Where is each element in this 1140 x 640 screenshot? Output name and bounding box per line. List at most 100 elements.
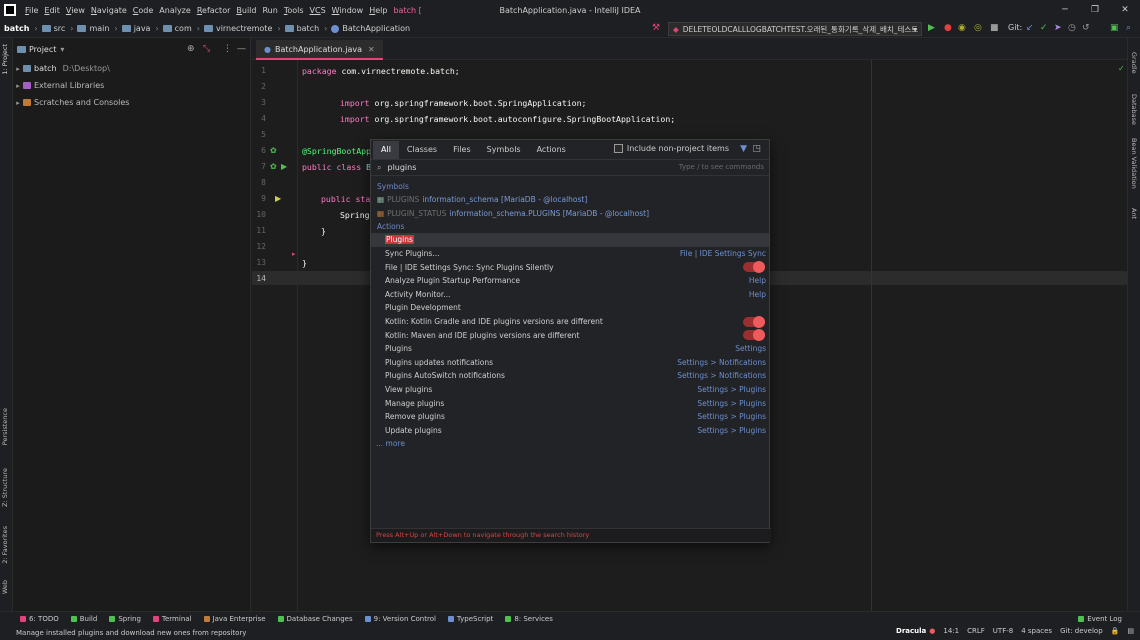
menu-item-refactor[interactable]: Refactor <box>194 6 234 15</box>
action-result[interactable]: File | IDE Settings Sync: Sync Plugins S… <box>371 260 769 274</box>
editor-tab-batchapplication[interactable]: ● BatchApplication.java ✕ <box>256 40 383 60</box>
breadcrumb-item[interactable]: batch <box>4 24 29 33</box>
profile-icon[interactable]: ◎ <box>974 23 982 33</box>
tool-tab-gradle[interactable]: Gradle <box>1130 52 1138 74</box>
action-result[interactable]: View plugins Settings > Plugins <box>371 383 769 397</box>
bottom-tab[interactable]: Spring <box>109 615 141 623</box>
menu-item-edit[interactable]: Edit <box>41 6 63 15</box>
tool-tab-web[interactable]: Web <box>1 580 9 594</box>
hide-panel-icon[interactable]: — <box>237 44 246 54</box>
include-non-project-option[interactable]: Include non-project items <box>613 144 729 153</box>
action-result[interactable]: Plugins AutoSwitch notifications Settings… <box>371 369 769 383</box>
bottom-tab[interactable]: 8: Services <box>505 615 553 623</box>
action-result[interactable]: Manage plugins Settings > Plugins <box>371 396 769 410</box>
run-gutter-icon[interactable]: ▶ <box>275 194 281 203</box>
menu-item-view[interactable]: View <box>63 6 88 15</box>
search-everywhere-icon[interactable]: ⌕ <box>1126 23 1131 33</box>
bottom-tab[interactable]: Build <box>70 615 97 623</box>
menu-item-help[interactable]: Help <box>366 6 390 15</box>
search-input[interactable]: plugins <box>387 163 416 172</box>
tab-files[interactable]: Files <box>445 141 479 159</box>
action-result[interactable]: Kotlin: Kotlin Gradle and IDE plugins ve… <box>371 315 769 329</box>
lock-icon[interactable]: 🔒 <box>1111 627 1120 635</box>
git-branch[interactable]: Git: develop <box>1060 627 1103 635</box>
action-result[interactable]: Plugins Settings <box>371 342 769 356</box>
breadcrumb-item[interactable]: virnectremote <box>216 24 272 33</box>
tool-tab-favorites[interactable]: 2: Favorites <box>1 526 9 564</box>
spring-bean-icon[interactable]: ✿ <box>270 146 277 155</box>
bottom-tab[interactable]: Java Enterprise <box>203 615 266 623</box>
action-result[interactable]: Update plugins Settings > Plugins <box>371 424 769 438</box>
menu-item-build[interactable]: Build <box>233 6 259 15</box>
tab-actions[interactable]: Actions <box>529 141 574 159</box>
menu-item-run[interactable]: Run <box>259 6 280 15</box>
menu-item-code[interactable]: Code <box>130 6 157 15</box>
open-in-window-icon[interactable]: ◳ <box>752 144 761 154</box>
toggle-switch[interactable] <box>743 315 765 328</box>
vcs-commit-icon[interactable]: ✓ <box>1040 23 1048 33</box>
bottom-tab[interactable]: Database Changes <box>277 615 353 623</box>
expand-arrow-icon[interactable]: ▸ <box>13 65 23 73</box>
event-log-button[interactable]: Event Log <box>1078 615 1122 623</box>
tree-item-scratches[interactable]: ▸ Scratches and Consoles <box>13 94 250 111</box>
rollback-icon[interactable]: ↺ <box>1082 23 1090 33</box>
hammer-icon[interactable]: ⚒ <box>652 23 660 33</box>
line-separator[interactable]: CRLF <box>967 627 985 635</box>
action-result[interactable]: Analyze Plugin Startup Performance Help <box>371 274 769 288</box>
action-result[interactable]: Sync Plugins... File | IDE Settings Sync <box>371 247 769 261</box>
bottom-tab[interactable]: 6: TODO <box>20 615 59 623</box>
include-non-project-checkbox[interactable] <box>613 144 623 153</box>
tab-all[interactable]: All <box>373 140 399 159</box>
toggle-switch[interactable] <box>743 329 765 342</box>
action-result[interactable]: Plugin Development <box>371 301 769 315</box>
symbol-result[interactable]: ▦ PLUGINS information_schema [MariaDB - @l… <box>371 193 769 207</box>
action-result[interactable]: Remove plugins Settings > Plugins <box>371 410 769 424</box>
more-results-link[interactable]: ... more <box>371 437 769 451</box>
filter-icon[interactable]: ▼ <box>740 144 747 154</box>
tool-tab-structure[interactable]: Z: Structure <box>1 468 9 507</box>
restore-icon[interactable]: ❐ <box>1080 0 1110 20</box>
action-result[interactable]: Plugins <box>371 233 769 247</box>
vcs-update-icon[interactable]: ↙ <box>1026 23 1034 33</box>
tab-symbols[interactable]: Symbols <box>479 141 529 159</box>
layout-icon[interactable]: ▣ <box>1110 23 1119 33</box>
indent-setting[interactable]: 4 spaces <box>1021 627 1052 635</box>
coverage-icon[interactable]: ◉ <box>958 23 966 33</box>
file-encoding[interactable]: UTF-8 <box>993 627 1013 635</box>
run-configuration-select[interactable]: ◆ DELETEOLDCALLLOGBATCHTEST.오래된_통화기록_삭제_… <box>668 22 922 36</box>
tool-tab-ant[interactable]: Ant <box>1130 208 1138 219</box>
close-tab-icon[interactable]: ✕ <box>368 45 375 54</box>
breadcrumb-item[interactable]: BatchApplication <box>342 24 410 33</box>
action-result[interactable]: Kotlin: Maven and IDE plugins versions a… <box>371 328 769 342</box>
symbol-result[interactable]: ▦ PLUGIN_STATUS information_schema.PLUGINS… <box>371 207 769 221</box>
debug-icon[interactable]: ● <box>944 23 952 33</box>
collapse-icon[interactable]: ⤡ <box>203 44 210 54</box>
tool-tab-database[interactable]: Database <box>1130 94 1138 125</box>
project-view-select[interactable]: Project <box>29 45 56 54</box>
tree-item-external-libraries[interactable]: ▸ External Libraries <box>13 77 250 94</box>
menu-item-file[interactable]: File <box>22 6 41 15</box>
breadcrumb-item[interactable]: com <box>175 24 192 33</box>
locate-icon[interactable]: ⊕ <box>187 44 195 54</box>
menu-item-tools[interactable]: Tools <box>281 6 307 15</box>
toggle-switch[interactable] <box>743 261 765 274</box>
breadcrumb-item[interactable]: src <box>54 24 66 33</box>
close-icon[interactable]: ✕ <box>1110 0 1140 20</box>
menu-item-window[interactable]: Window <box>329 6 367 15</box>
menu-item-navigate[interactable]: Navigate <box>88 6 130 15</box>
tree-item-batch[interactable]: ▸ batch D:\Desktop\ <box>13 60 250 77</box>
bottom-tab[interactable]: Terminal <box>152 615 192 623</box>
stop-icon[interactable]: ■ <box>990 23 999 33</box>
inspection-ok-icon[interactable]: ✓ <box>1118 64 1125 73</box>
caret-position[interactable]: 14:1 <box>943 627 959 635</box>
expand-arrow-icon[interactable]: ▸ <box>13 99 23 107</box>
options-icon[interactable]: ⋮ <box>223 44 232 54</box>
breadcrumb-item[interactable]: main <box>89 24 109 33</box>
minimize-icon[interactable]: ─ <box>1050 0 1080 20</box>
tool-tab-project[interactable]: 1: Project <box>1 44 9 75</box>
breadcrumb-item[interactable]: batch <box>297 24 320 33</box>
menu-item-vcs[interactable]: VCS <box>307 6 329 15</box>
run-gutter-icon[interactable]: ▶ <box>281 162 287 171</box>
tab-classes[interactable]: Classes <box>399 141 445 159</box>
theme-label[interactable]: Dracula <box>896 627 926 635</box>
